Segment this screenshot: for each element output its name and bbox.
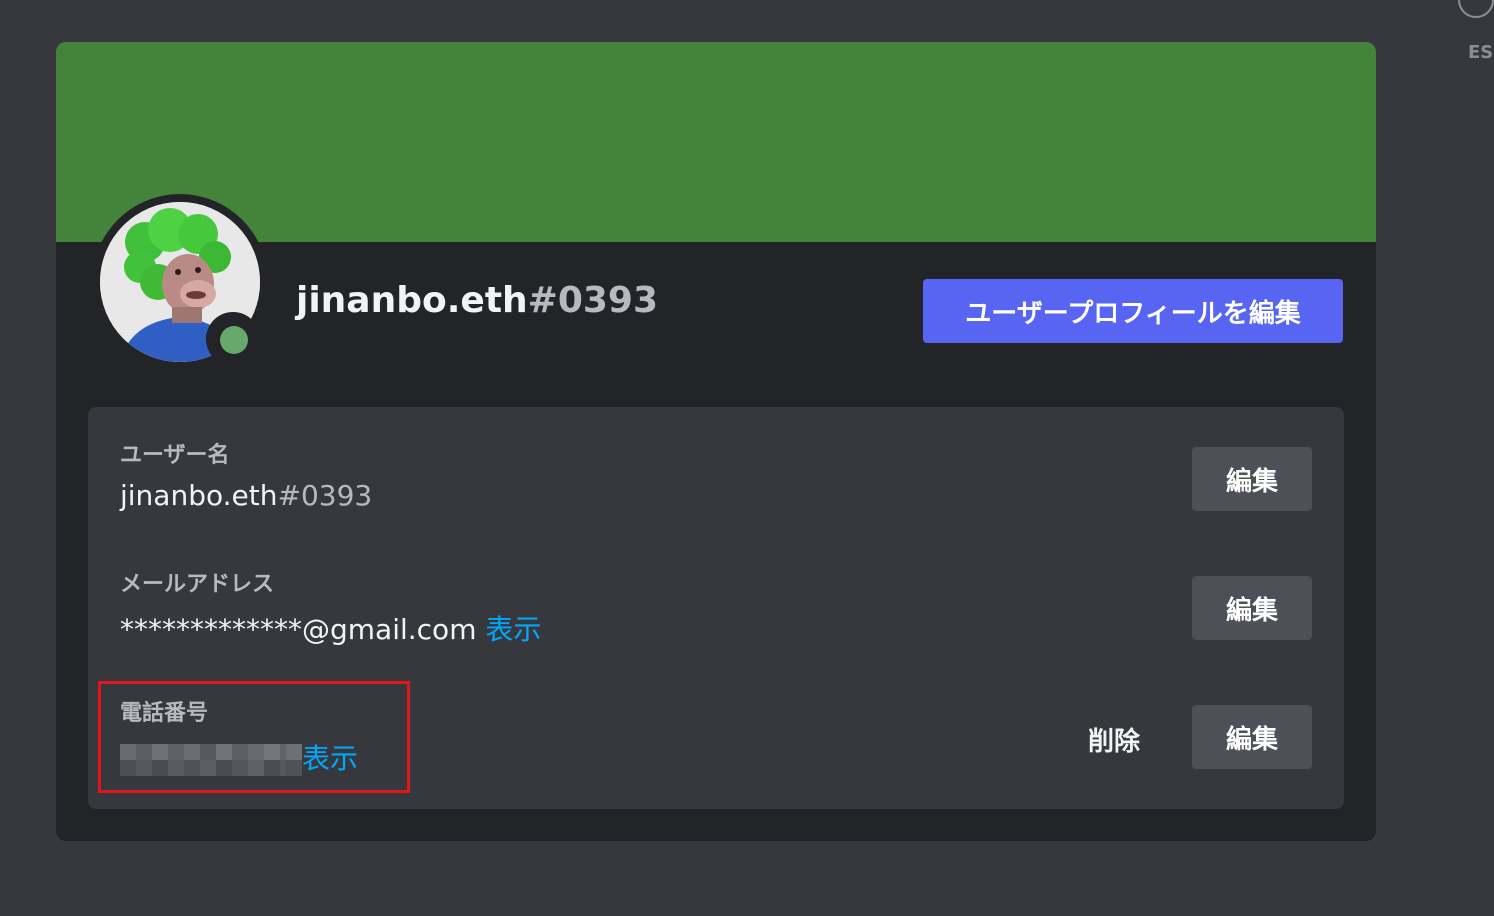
edit-phone-button[interactable]: 編集 (1192, 705, 1312, 769)
delete-phone-link[interactable]: 削除 (1088, 721, 1140, 758)
username-value: jinanbo.eth#0393 (120, 479, 372, 512)
username-field: ユーザー名 jinanbo.eth#0393 (120, 437, 372, 512)
profile-username: jinanbo.eth (296, 280, 528, 321)
close-button[interactable]: ES (1456, 0, 1494, 70)
email-field: メールアドレス *************@gmail.com 表示 (120, 566, 541, 648)
phone-highlight-annotation (98, 681, 410, 793)
edit-email-button[interactable]: 編集 (1192, 576, 1312, 640)
profile-discriminator: #0393 (527, 280, 659, 321)
username-text: jinanbo.eth (120, 479, 278, 512)
email-label: メールアドレス (120, 572, 275, 597)
edit-user-profile-button[interactable]: ユーザープロフィールを編集 (923, 279, 1343, 343)
close-icon[interactable] (1458, 0, 1494, 18)
edit-username-button[interactable]: 編集 (1192, 447, 1312, 511)
email-reveal-link[interactable]: 表示 (485, 613, 541, 646)
username-label: ユーザー名 (120, 443, 230, 468)
email-text: *************@gmail.com (120, 613, 477, 646)
username-discriminator: #0393 (277, 479, 373, 512)
email-value: *************@gmail.com 表示 (120, 608, 541, 648)
esc-label: ES (1468, 42, 1494, 63)
profile-banner (56, 42, 1376, 242)
online-status-icon (220, 326, 248, 354)
profile-name: jinanbo.eth#0393 (296, 280, 658, 321)
